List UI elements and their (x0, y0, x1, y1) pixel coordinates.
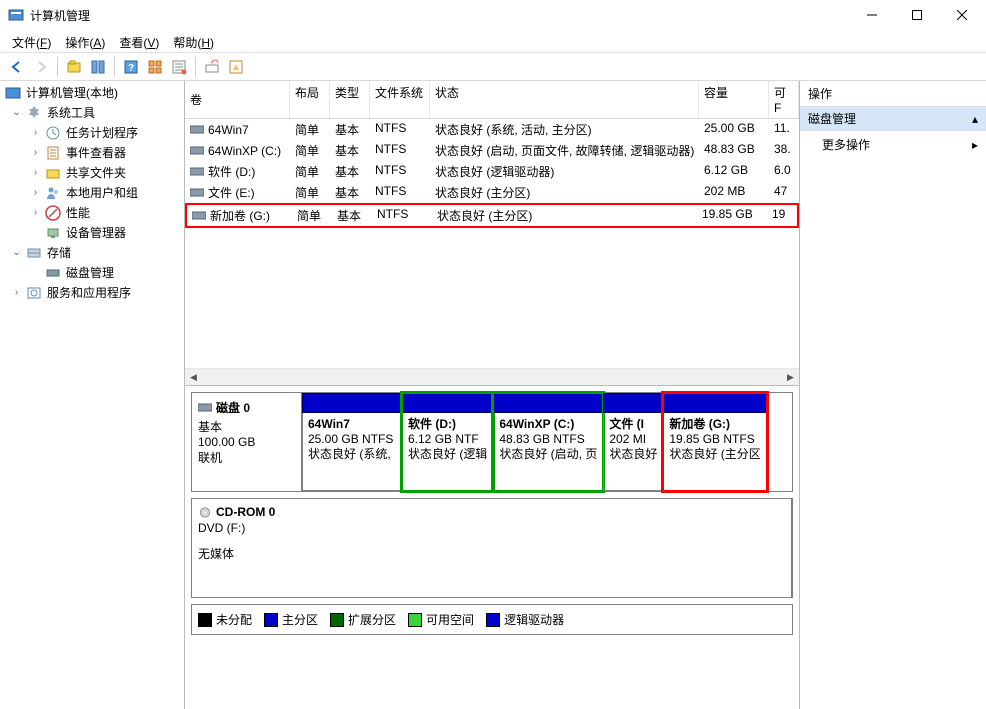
menubar: 文件(F) 操作(A) 查看(V) 帮助(H) (0, 30, 986, 53)
tree-disk-management[interactable]: 磁盘管理 (27, 263, 184, 283)
col-fs[interactable]: 文件系统 (370, 81, 430, 118)
tree-task-scheduler[interactable]: ›任务计划程序 (27, 123, 184, 143)
actions-pane: 操作 磁盘管理▴ 更多操作▸ (800, 81, 986, 709)
col-capacity[interactable]: 容量 (699, 81, 769, 118)
tree-event-viewer[interactable]: ›事件查看器 (27, 143, 184, 163)
disk-0-block[interactable]: 磁盘 0 基本 100.00 GB 联机 64Win725.00 GB NTFS… (191, 392, 793, 492)
col-type[interactable]: 类型 (330, 81, 370, 118)
disk-pane[interactable]: 磁盘 0 基本 100.00 GB 联机 64Win725.00 GB NTFS… (185, 386, 799, 709)
menu-view[interactable]: 查看(V) (113, 32, 165, 50)
h-scrollbar[interactable]: ◀▶ (185, 368, 799, 385)
toolbar: ? (0, 53, 986, 81)
tree-system-tools[interactable]: ⌄系统工具 (8, 103, 184, 123)
tree-local-users[interactable]: ›本地用户和组 (27, 183, 184, 203)
tree-device-manager[interactable]: 设备管理器 (27, 223, 184, 243)
tb-btn-6[interactable] (201, 56, 223, 78)
partition[interactable]: 新加卷 (G:)19.85 GB NTFS状态良好 (主分区 (663, 393, 766, 491)
cdrom-info: CD-ROM 0 DVD (F:) 无媒体 (192, 499, 792, 597)
actions-section[interactable]: 磁盘管理▴ (800, 107, 986, 131)
volume-row[interactable]: 新加卷 (G:)简单基本NTFS状态良好 (主分区)19.85 GB19 (185, 203, 799, 228)
app-icon (8, 7, 24, 23)
volume-body[interactable]: 64Win7简单基本NTFS状态良好 (系统, 活动, 主分区)25.00 GB… (185, 119, 799, 368)
actions-header: 操作 (800, 81, 986, 107)
partition[interactable]: 64WinXP (C:)48.83 GB NTFS状态良好 (启动, 页 (493, 393, 603, 491)
cdrom-block[interactable]: CD-ROM 0 DVD (F:) 无媒体 (191, 498, 793, 598)
tree-performance[interactable]: ›性能 (27, 203, 184, 223)
tb-btn-7[interactable] (225, 56, 247, 78)
volume-row[interactable]: 文件 (E:)简单基本NTFS状态良好 (主分区)202 MB47 (185, 182, 799, 203)
partition[interactable]: 文件 (I202 MI状态良好 (603, 393, 663, 491)
partition[interactable]: 64Win725.00 GB NTFS状态良好 (系统, (302, 393, 402, 491)
close-button[interactable] (939, 1, 984, 30)
forward-button[interactable] (30, 56, 52, 78)
maximize-button[interactable] (894, 1, 939, 30)
help-icon[interactable]: ? (120, 56, 142, 78)
menu-file[interactable]: 文件(F) (6, 32, 57, 50)
collapse-icon: ▴ (972, 112, 978, 126)
col-volume[interactable]: 卷 (185, 81, 290, 118)
volume-row[interactable]: 64Win7简单基本NTFS状态良好 (系统, 活动, 主分区)25.00 GB… (185, 119, 799, 140)
tree-services-apps[interactable]: ›服务和应用程序 (8, 283, 184, 303)
svg-text:?: ? (128, 63, 134, 74)
tb-btn-5[interactable] (168, 56, 190, 78)
volume-row[interactable]: 64WinXP (C:)简单基本NTFS状态良好 (启动, 页面文件, 故障转储… (185, 140, 799, 161)
tb-btn-4[interactable] (144, 56, 166, 78)
legend: 未分配 主分区 扩展分区 可用空间 逻辑驱动器 (191, 604, 793, 635)
volume-table[interactable]: 卷 布局 类型 文件系统 状态 容量 可F 64Win7简单基本NTFS状态良好… (185, 81, 799, 386)
tree-pane[interactable]: 计算机管理(本地) ⌄系统工具 ›任务计划程序 ›事件查看器 ›共享文件夹 ›本… (0, 81, 185, 709)
center-pane: 卷 布局 类型 文件系统 状态 容量 可F 64Win7简单基本NTFS状态良好… (185, 81, 800, 709)
disk-0-info: 磁盘 0 基本 100.00 GB 联机 (192, 393, 302, 491)
titlebar: 计算机管理 (0, 0, 986, 30)
tb-btn-2[interactable] (87, 56, 109, 78)
partition[interactable]: 软件 (D:)6.12 GB NTF状态良好 (逻辑 (402, 393, 493, 491)
chevron-right-icon: ▸ (972, 138, 978, 152)
volume-header: 卷 布局 类型 文件系统 状态 容量 可F (185, 81, 799, 119)
window-title: 计算机管理 (30, 7, 849, 24)
tree-storage[interactable]: ⌄存储 (8, 243, 184, 263)
col-avail[interactable]: 可F (769, 81, 799, 118)
disk-0-partitions: 64Win725.00 GB NTFS状态良好 (系统,软件 (D:)6.12 … (302, 393, 792, 491)
actions-more[interactable]: 更多操作▸ (800, 131, 986, 158)
volume-row[interactable]: 软件 (D:)简单基本NTFS状态良好 (逻辑驱动器)6.12 GB6.0 (185, 161, 799, 182)
menu-action[interactable]: 操作(A) (59, 32, 111, 50)
minimize-button[interactable] (849, 1, 894, 30)
col-status[interactable]: 状态 (430, 81, 699, 118)
back-button[interactable] (6, 56, 28, 78)
col-layout[interactable]: 布局 (290, 81, 330, 118)
tb-btn-1[interactable] (63, 56, 85, 78)
menu-help[interactable]: 帮助(H) (167, 32, 220, 50)
tree-shared-folders[interactable]: ›共享文件夹 (27, 163, 184, 183)
tree-root[interactable]: 计算机管理(本地) (0, 83, 184, 103)
